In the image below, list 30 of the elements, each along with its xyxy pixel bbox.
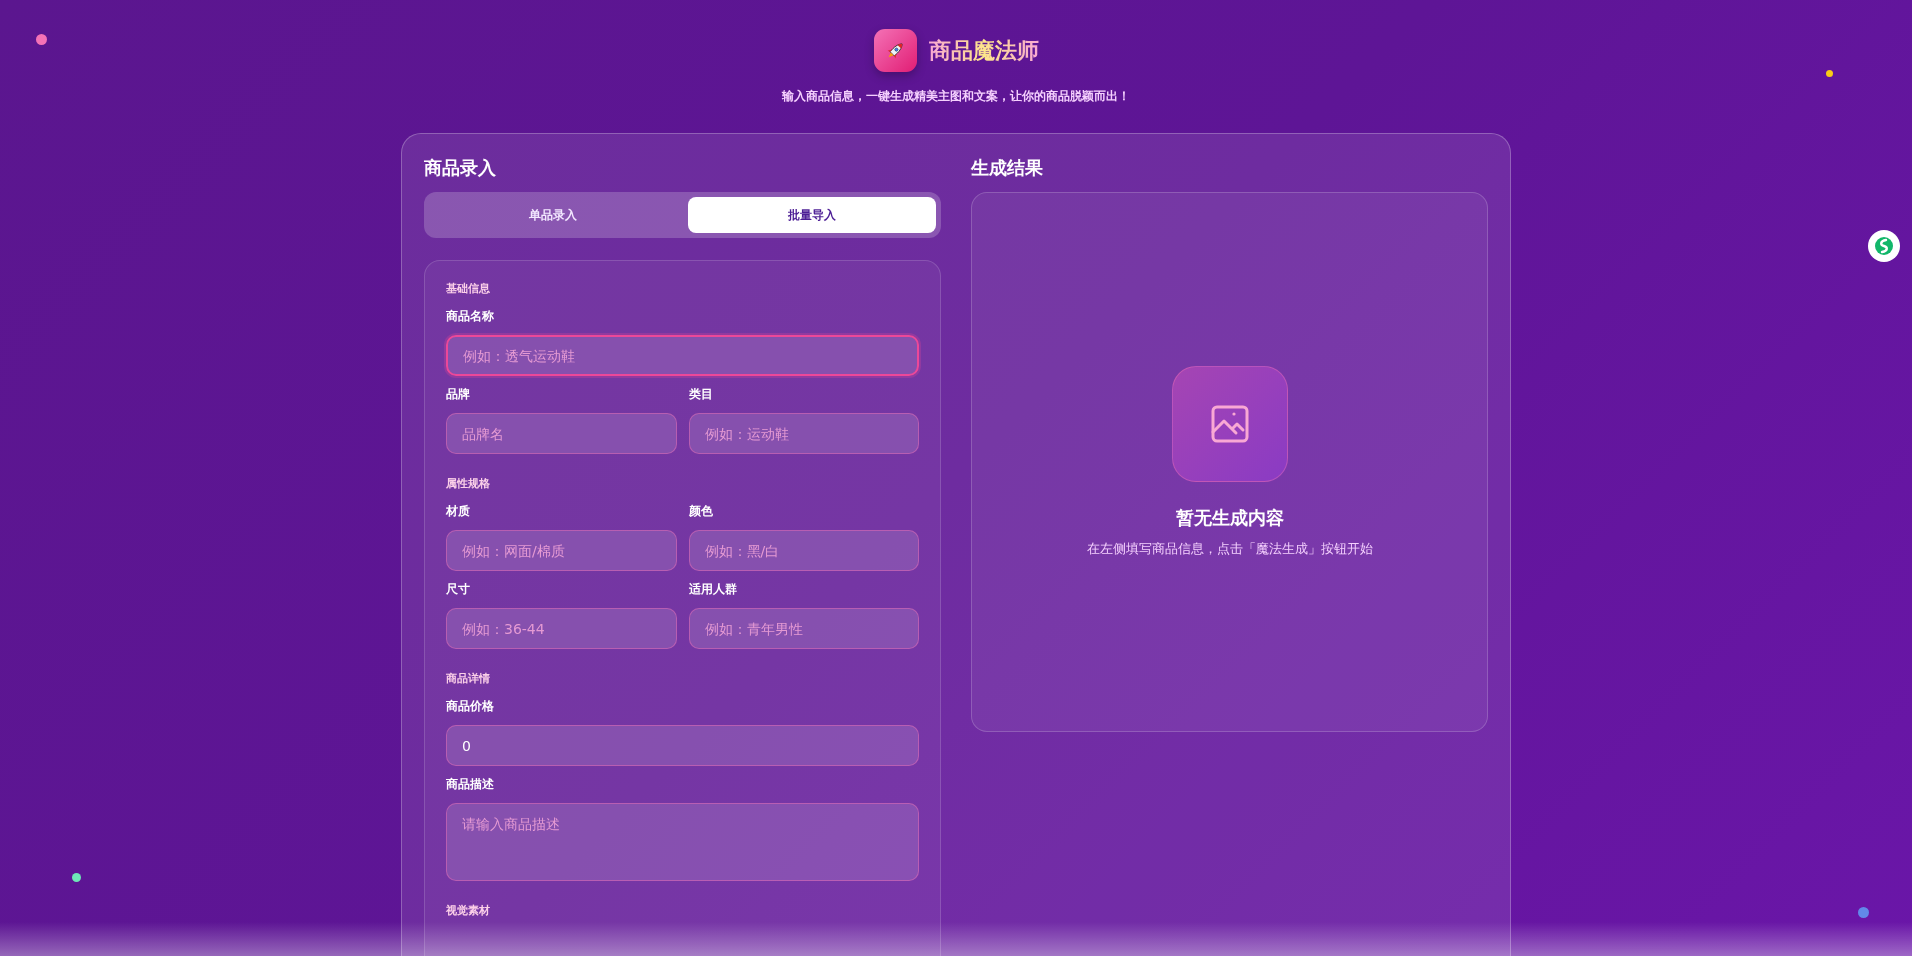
field-label: 材质 [446, 503, 471, 520]
section-title: 商品详情 [446, 671, 491, 686]
decor-dot [1826, 70, 1833, 77]
field-label: 商品名称 [446, 308, 495, 325]
section-title: 基础信息 [446, 281, 491, 296]
field-label: 尺寸 [446, 581, 471, 598]
tab[interactable]: 批量导入 [687, 197, 936, 233]
input-field[interactable]: 0 [446, 725, 919, 766]
field-label: 品牌 [446, 386, 471, 403]
assistant-button[interactable] [1868, 230, 1900, 262]
decor-dot [36, 34, 47, 45]
input-field[interactable]: 例如：透气运动鞋 [446, 335, 919, 376]
field-label: 颜色 [688, 503, 714, 520]
field-label: 适用人群 [688, 581, 738, 598]
empty-hint: 在左侧填写商品信息，点击「魔法生成」按钮开始 [1086, 540, 1373, 558]
tab[interactable]: 单品录入 [429, 197, 678, 233]
field-label: 类目 [688, 386, 714, 403]
text-area[interactable]: 请输入商品描述 [446, 803, 919, 881]
decor-dot [72, 873, 81, 882]
swirl-icon [1874, 236, 1894, 256]
panel-title: 生成结果 [971, 156, 1044, 180]
app-subtitle: 输入商品信息，一键生成精美主图和文案，让你的商品脱颖而出！ [782, 88, 1130, 105]
field-label: 商品价格 [446, 698, 495, 715]
section-title: 属性规格 [446, 476, 491, 491]
decor-dot [1858, 907, 1869, 918]
empty-title: 暂无生成内容 [1175, 506, 1284, 530]
field-label: 商品描述 [446, 776, 495, 793]
image-icon [1209, 404, 1250, 444]
section-title: 视觉素材 [446, 903, 491, 918]
panel-title: 商品录入 [424, 156, 497, 180]
